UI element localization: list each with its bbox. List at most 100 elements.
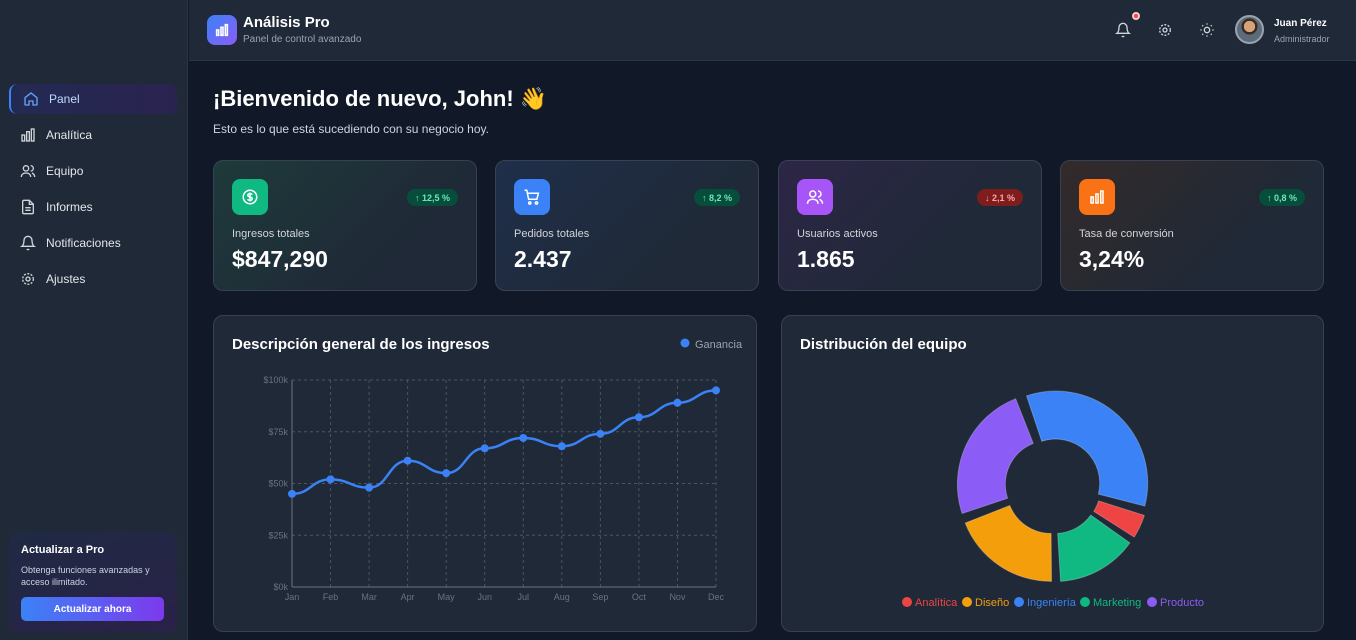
stat-label: Usuarios activos [797, 228, 878, 240]
sidebar-item-label: Analítica [46, 128, 93, 142]
x-tick-label: Nov [669, 592, 686, 602]
page-subtitle: Esto es lo que está sucediendo con su ne… [213, 122, 489, 136]
upgrade-title: Actualizar a Pro [21, 544, 105, 556]
x-tick-label: Aug [554, 592, 570, 602]
stat-icon-box [514, 179, 550, 215]
x-tick-label: Jul [518, 592, 530, 602]
data-point[interactable] [596, 429, 605, 438]
sidebar-item-label: Notificaciones [46, 236, 121, 250]
sidebar-item-label: Equipo [46, 164, 84, 178]
stat-value: 3,24% [1079, 246, 1145, 272]
bar-chart-icon [214, 22, 230, 38]
sidebar-item-label: Ajustes [46, 272, 86, 286]
gear-icon [1157, 22, 1173, 38]
stat-icon-box [232, 179, 268, 215]
y-tick-label: $100k [263, 375, 288, 385]
legend-label: Marketing [1093, 597, 1141, 609]
sidebar-item-label: Informes [46, 200, 93, 214]
bar-chart-icon [19, 126, 37, 144]
stat-label: Ingresos totales [232, 228, 310, 240]
data-point[interactable] [326, 475, 335, 484]
notifications-button[interactable] [1113, 20, 1133, 40]
sidebar-item-analitica[interactable]: Analítica [9, 120, 177, 150]
data-point[interactable] [673, 398, 682, 407]
y-tick-label: $0k [273, 582, 288, 592]
notification-dot [1132, 12, 1140, 20]
sidebar-item-notificaciones[interactable]: Notificaciones [9, 228, 177, 258]
data-point[interactable] [557, 442, 566, 451]
sidebar-item-panel[interactable]: Panel [9, 84, 177, 114]
stat-card-orders: ↑ 8,2 % Pedidos totales 2.437 [495, 160, 759, 291]
data-point[interactable] [712, 386, 720, 395]
gear-icon [19, 270, 37, 288]
data-point[interactable] [288, 489, 296, 498]
data-point[interactable] [519, 433, 528, 442]
bar-chart-icon [1088, 188, 1106, 206]
stat-label: Pedidos totales [514, 228, 590, 240]
sidebar-item-informes[interactable]: Informes [9, 192, 177, 222]
x-tick-label: Dec [708, 592, 725, 602]
x-tick-label: Mar [361, 592, 377, 602]
app-subtitle: Panel de control avanzado [243, 34, 362, 45]
legend-label: Producto [1160, 597, 1204, 609]
trend-badge: ↑ 12,5 % [406, 189, 458, 206]
stat-value: $847,290 [232, 246, 328, 272]
user-name: Juan Pérez [1274, 18, 1327, 29]
legend-dot [1147, 597, 1157, 607]
sidebar-nav: Panel Analítica Equipo Informes Notifica… [9, 84, 177, 300]
legend-label: Ganancia [695, 339, 743, 351]
avatar[interactable] [1235, 15, 1264, 44]
donut-slice[interactable] [964, 504, 1053, 582]
team-panel: Distribución del equipo Analítica Diseño I… [781, 315, 1324, 632]
legend-dot [962, 597, 972, 607]
user-role: Administrador [1274, 34, 1330, 44]
trend-badge: ↓ 2,1 % [976, 189, 1023, 206]
legend-label: Ingeniería [1027, 597, 1077, 609]
team-chart: Analítica Diseño Ingeniería Marketing Produc… [902, 390, 1204, 609]
sidebar-item-label: Panel [49, 92, 80, 106]
data-point[interactable] [480, 444, 489, 453]
app-logo [207, 15, 237, 45]
trend-badge: ↑ 8,2 % [693, 189, 740, 206]
x-tick-label: Sep [592, 592, 608, 602]
revenue-panel: Descripción general de los ingresos $0k $… [213, 315, 757, 632]
x-tick-label: Jan [285, 592, 300, 602]
settings-button[interactable] [1155, 20, 1175, 40]
series-line-ganancia [291, 389, 717, 496]
users-icon [19, 162, 37, 180]
donut-slice[interactable] [1025, 390, 1149, 507]
x-tick-label: Jun [477, 592, 492, 602]
legend-dot [680, 338, 690, 348]
cart-icon [523, 188, 541, 206]
theme-toggle-button[interactable] [1197, 20, 1217, 40]
dollar-icon [241, 188, 259, 206]
users-icon [806, 188, 824, 206]
donut-slice[interactable] [956, 398, 1034, 515]
sidebar-item-ajustes[interactable]: Ajustes [9, 264, 177, 294]
y-tick-label: $75k [268, 427, 288, 437]
legend-dot [1080, 597, 1090, 607]
trend-badge: ↑ 0,8 % [1258, 189, 1305, 206]
home-icon [22, 90, 40, 108]
sidebar-item-equipo[interactable]: Equipo [9, 156, 177, 186]
legend-label: Diseño [975, 597, 1009, 609]
upgrade-card: Actualizar a Pro Obtenga funciones avanz… [9, 532, 177, 632]
upgrade-button[interactable]: Actualizar ahora [21, 597, 164, 621]
stat-card-revenue: ↑ 12,5 % Ingresos totales $847,290 [213, 160, 477, 291]
stat-card-users: ↓ 2,1 % Usuarios activos 1.865 [778, 160, 1042, 291]
stat-icon-box [1079, 179, 1115, 215]
data-point[interactable] [403, 456, 412, 465]
x-tick-label: Feb [323, 592, 339, 602]
app-title: Análisis Pro [243, 14, 330, 31]
stat-value: 2.437 [514, 246, 572, 272]
data-point[interactable] [442, 469, 451, 478]
stat-label: Tasa de conversión [1079, 228, 1174, 240]
revenue-chart: $0k $25k $50k $75k $100k Jan Feb Mar Apr May Jun Ju… [263, 338, 743, 602]
data-point[interactable] [634, 413, 643, 422]
y-tick-label: $25k [268, 530, 288, 540]
top-header: Análisis Pro Panel de control avanzado J… [189, 0, 1356, 61]
y-tick-label: $50k [268, 479, 288, 489]
data-point[interactable] [365, 483, 374, 492]
legend-dot [902, 597, 912, 607]
sidebar: Panel Analítica Equipo Informes Notifica… [0, 0, 188, 640]
